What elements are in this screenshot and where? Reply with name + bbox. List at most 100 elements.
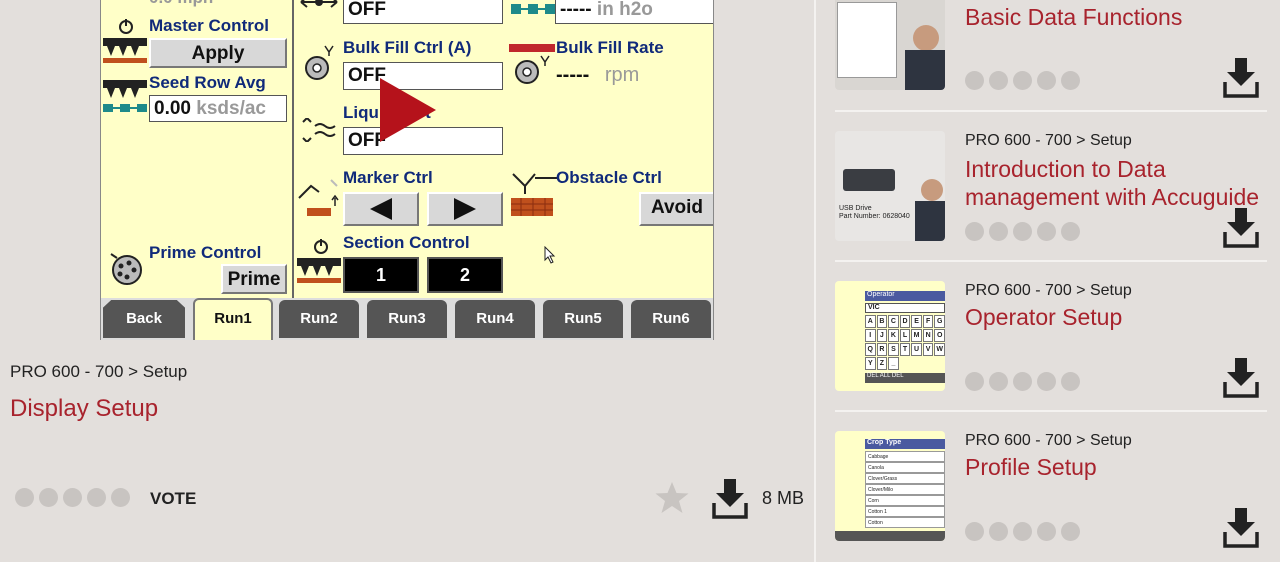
thumb-crop-row: Clover/Grass [865,473,945,484]
tab-run4[interactable]: Run4 [455,300,535,338]
bulk-fill-rate-unit: rpm [604,64,640,86]
thumb-value: VIC [865,303,945,313]
rating-dot[interactable] [111,488,130,507]
list-item[interactable]: USB Drive Part Number: 0628040 PRO 600 -… [835,131,1267,281]
pressure-icon [511,4,555,14]
download-icon[interactable] [1223,356,1259,398]
rating-dot[interactable] [989,522,1008,541]
thumb-crop-row: Clover/Milo [865,484,945,495]
section-2-button[interactable]: 2 [427,257,503,293]
rating-dot[interactable] [965,522,984,541]
thumb-crop-row: Canola [865,462,945,473]
tab-back[interactable]: Back [103,300,185,338]
screen-divider [292,0,294,298]
rating-dots[interactable] [965,71,1080,90]
video-thumbnail[interactable]: Crop Type Cabbage Canola Clover/Grass Clove… [835,431,945,541]
download-icon[interactable] [712,477,748,519]
play-icon[interactable] [378,76,438,144]
top-left-field: OFF [343,0,503,24]
presenter-body [915,201,945,241]
rating-dot[interactable] [87,488,106,507]
download-icon[interactable] [1223,506,1259,548]
download-icon[interactable] [1223,56,1259,98]
thumb-keyboard: A B C D E F G I J K L M N O Q R S T U V W Y Z _ [865,315,945,370]
thumb-key: I [865,329,876,342]
list-separator [835,260,1267,262]
list-item-breadcrumb[interactable]: PRO 600 - 700 > Setup [965,282,1132,300]
rating-dot[interactable] [965,71,984,90]
rating-dot[interactable] [965,372,984,391]
section-1-button[interactable]: 1 [343,257,419,293]
rating-dot[interactable] [1037,71,1056,90]
rating-dot[interactable] [1013,222,1032,241]
rating-dot[interactable] [989,71,1008,90]
list-item-title[interactable]: Introduction to Data management with Acc… [965,155,1265,211]
bulk-fill-ctrl-label: Bulk Fill Ctrl (A) [343,38,472,57]
rating-dot[interactable] [965,222,984,241]
rating-dots[interactable] [965,222,1080,241]
bulk-fill-rate-value: ----- [556,64,590,86]
seed-row-avg-field: 0.00 ksds/ac [149,95,287,122]
rating-dot[interactable] [1037,222,1056,241]
arrow-right-icon [454,198,476,220]
rating-dots[interactable] [15,488,130,507]
rating-dots[interactable] [965,372,1080,391]
thumb-crop-row: Corn [865,495,945,506]
avoid-button[interactable]: Avoid [639,192,713,226]
rating-dot[interactable] [1013,71,1032,90]
rating-dot[interactable] [1061,222,1080,241]
download-icon[interactable] [1223,206,1259,248]
marker-right-button[interactable] [427,192,503,226]
list-item[interactable]: Operator VIC A B C D E F G I J K L M N O Q R S T U V W Y Z _ DE… [835,281,1267,431]
rating-dot[interactable] [989,372,1008,391]
top-right-value: ----- [560,0,592,20]
star-icon[interactable] [654,481,690,515]
thumb-crop-list: Cabbage Canola Clover/Grass Clover/Milo Corn… [865,451,945,528]
rating-dot[interactable] [1061,372,1080,391]
thumb-key: V [922,343,934,356]
thumb-header: Crop Type [865,439,945,449]
tab-run3[interactable]: Run3 [367,300,447,338]
seed-row-avg-label: Seed Row Avg [149,73,266,92]
video-thumbnail[interactable] [835,0,945,90]
seed-row-icon [103,80,147,112]
list-item-title[interactable]: Basic Data Functions [965,3,1265,31]
rating-dot[interactable] [15,488,34,507]
tab-run6[interactable]: Run6 [631,300,711,338]
rating-dot[interactable] [1037,372,1056,391]
list-item-title[interactable]: Profile Setup [965,453,1265,481]
vote-label[interactable]: VOTE [150,489,196,509]
prime-button[interactable]: Prime [221,264,287,294]
seed-row-avg-unit: ksds/ac [196,98,266,119]
rating-dot[interactable] [989,222,1008,241]
video-thumbnail[interactable]: USB Drive Part Number: 0628040 [835,131,945,241]
rating-dot[interactable] [1013,372,1032,391]
usb-drive-image [843,169,895,191]
thumb-key: E [911,315,922,328]
list-separator [835,410,1267,412]
thumb-key: T [899,343,911,356]
apply-button[interactable]: Apply [149,38,287,68]
rating-dot[interactable] [1037,522,1056,541]
list-item-breadcrumb[interactable]: PRO 600 - 700 > Setup [965,432,1132,450]
video-thumbnail[interactable]: Operator VIC A B C D E F G I J K L M N O Q R S T U V W Y Z _ DE… [835,281,945,391]
rating-dot[interactable] [63,488,82,507]
tab-run1[interactable]: Run1 [193,298,273,340]
marker-left-button[interactable] [343,192,419,226]
breadcrumb[interactable]: PRO 600 - 700 > Setup [10,362,187,382]
thumb-key: G [934,315,945,328]
thumb-key: U [911,343,922,356]
rating-dot[interactable] [39,488,58,507]
section-control-label: Section Control [343,233,470,252]
rating-dot[interactable] [1013,522,1032,541]
rating-dot[interactable] [1061,71,1080,90]
list-item-breadcrumb[interactable]: PRO 600 - 700 > Setup [965,132,1132,150]
rating-dot[interactable] [1061,522,1080,541]
tab-run2[interactable]: Run2 [279,300,359,338]
obstacle-ctrl-label: Obstacle Ctrl [556,168,662,187]
rating-dots[interactable] [965,522,1080,541]
list-item[interactable]: Crop Type Cabbage Canola Clover/Grass Clove… [835,431,1267,562]
list-item-title[interactable]: Operator Setup [965,303,1265,331]
tab-run5[interactable]: Run5 [543,300,623,338]
video-player[interactable]: 0.0 mph Master Control Apply Seed Row Av… [0,0,814,340]
